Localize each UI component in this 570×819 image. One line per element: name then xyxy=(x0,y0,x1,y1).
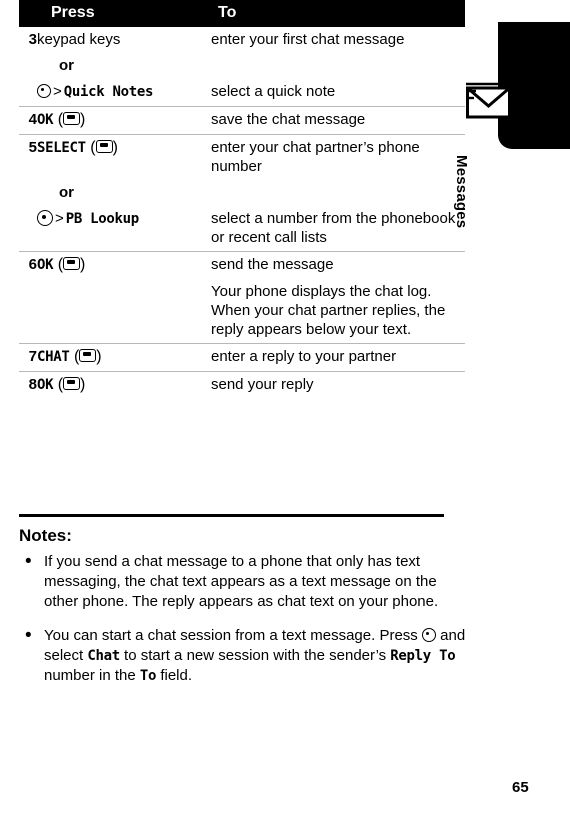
note-text-part5: field. xyxy=(156,667,193,684)
step-number: 7 xyxy=(19,343,37,372)
menu-key-icon xyxy=(37,84,51,98)
press-cell: OK () xyxy=(37,371,211,399)
to-cell: select a number from the phonebook or re… xyxy=(211,210,456,246)
step-number: 3 xyxy=(28,31,37,48)
page-number: 65 xyxy=(512,779,529,796)
or-label: or xyxy=(59,184,74,201)
table-row: 4 OK () save the chat message xyxy=(19,106,465,135)
to-cell-empty xyxy=(211,53,465,79)
press-softkey-label: OK xyxy=(37,257,54,273)
to-cell: select a quick note xyxy=(211,83,336,100)
note-menu-item-to: To xyxy=(139,668,157,684)
table-row-or: or xyxy=(19,53,465,79)
press-cell-or: or xyxy=(37,53,211,79)
path-separator: > xyxy=(53,83,62,100)
to-cell-extra: Your phone displays the chat log. When y… xyxy=(211,283,446,338)
softkey-icon xyxy=(63,257,81,270)
press-softkey-label: OK xyxy=(37,377,54,393)
paren-close: ) xyxy=(96,348,102,365)
table-row-or: or xyxy=(19,180,465,206)
press-menu-item: PB Lookup xyxy=(65,211,139,227)
header-step-number xyxy=(19,0,37,27)
press-cell: OK () xyxy=(37,251,211,279)
press-text: keypad keys xyxy=(37,31,121,48)
notes-title: Notes: xyxy=(19,526,72,545)
table-row: 3 keypad keys enter your first chat mess… xyxy=(19,27,465,53)
step-number: 6 xyxy=(19,251,37,279)
paren-open: ( xyxy=(53,256,64,273)
softkey-icon xyxy=(79,349,97,362)
softkey-icon xyxy=(63,112,81,125)
paren-open: ( xyxy=(69,348,80,365)
paren-close: ) xyxy=(80,111,86,128)
press-cell: keypad keys xyxy=(37,27,211,53)
list-item: • If you send a chat message to a phone … xyxy=(19,552,471,612)
press-softkey-label: SELECT xyxy=(37,140,86,156)
table-row: 5 SELECT () enter your chat partner’s ph… xyxy=(19,134,465,180)
press-cell-or: or xyxy=(37,180,211,206)
path-separator: > xyxy=(55,210,64,227)
or-label: or xyxy=(59,57,74,74)
press-softkey-label: CHAT xyxy=(37,349,70,365)
step-number-empty xyxy=(19,279,37,344)
press-softkey-label: OK xyxy=(37,112,54,128)
press-menu-item: Quick Notes xyxy=(63,84,154,100)
press-cell: > PB Lookup xyxy=(37,206,211,252)
press-cell-empty xyxy=(37,279,211,344)
header-to: To xyxy=(211,0,465,27)
table-row: > PB Lookup select a number from the phon… xyxy=(19,206,465,252)
step-number-empty xyxy=(19,53,37,79)
steps-table-wrapper: Press To 3 keypad keys enter your first … xyxy=(19,0,465,399)
to-cell: send your reply xyxy=(211,371,465,399)
table-row: 7 CHAT () enter a reply to your partner xyxy=(19,343,465,372)
note-text-part4: number in the xyxy=(44,667,140,684)
to-cell: save the chat message xyxy=(211,106,465,135)
step-number: 4 xyxy=(19,106,37,135)
table-row: > Quick Notes select a quick note xyxy=(19,79,465,107)
table-bottom-rule xyxy=(19,514,444,517)
paren-close: ) xyxy=(112,139,118,156)
table-row: 8 OK () send your reply xyxy=(19,371,465,399)
to-cell: enter your chat partner’s phone number xyxy=(211,134,465,180)
note-text-part3: to start a new session with the sender’s xyxy=(119,647,391,664)
paren-open: ( xyxy=(53,376,64,393)
press-cell: OK () xyxy=(37,106,211,135)
press-cell: SELECT () xyxy=(37,134,211,180)
step-number: 5 xyxy=(19,134,37,180)
nav-key-icon xyxy=(37,210,53,226)
press-cell: > Quick Notes xyxy=(37,79,211,107)
step-number-empty xyxy=(19,180,37,206)
note-text: If you send a chat message to a phone th… xyxy=(44,553,439,610)
paren-open: ( xyxy=(53,111,64,128)
list-item: • You can start a chat session from a te… xyxy=(19,626,471,686)
to-cell-empty xyxy=(211,180,465,206)
step-number: 8 xyxy=(19,371,37,399)
table-row: 6 OK () send the message xyxy=(19,251,465,279)
paren-open: ( xyxy=(85,139,96,156)
to-cell: enter a reply to your partner xyxy=(211,343,465,372)
steps-table: Press To 3 keypad keys enter your first … xyxy=(19,0,465,399)
to-cell: send the message xyxy=(211,251,465,279)
bullet-icon: • xyxy=(25,625,32,646)
paren-close: ) xyxy=(80,376,86,393)
header-press: Press xyxy=(37,0,211,27)
menu-key-icon xyxy=(421,628,436,642)
table-header-row: Press To xyxy=(19,0,465,27)
press-cell: CHAT () xyxy=(37,343,211,372)
envelope-icon xyxy=(466,82,511,119)
note-menu-item-chat: Chat xyxy=(87,648,120,664)
table-row-note: Your phone displays the chat log. When y… xyxy=(19,279,465,344)
softkey-icon xyxy=(95,140,113,153)
step-number-empty xyxy=(19,79,37,107)
notes-list: • If you send a chat message to a phone … xyxy=(19,552,471,700)
step-number-empty xyxy=(19,206,37,252)
bullet-icon: • xyxy=(25,551,32,572)
note-menu-item-reply-to: Reply To xyxy=(390,648,456,664)
to-cell: enter your first chat message xyxy=(211,31,405,48)
softkey-icon xyxy=(63,377,81,390)
note-text-part1: You can start a chat session from a text… xyxy=(44,627,422,644)
paren-close: ) xyxy=(80,256,86,273)
